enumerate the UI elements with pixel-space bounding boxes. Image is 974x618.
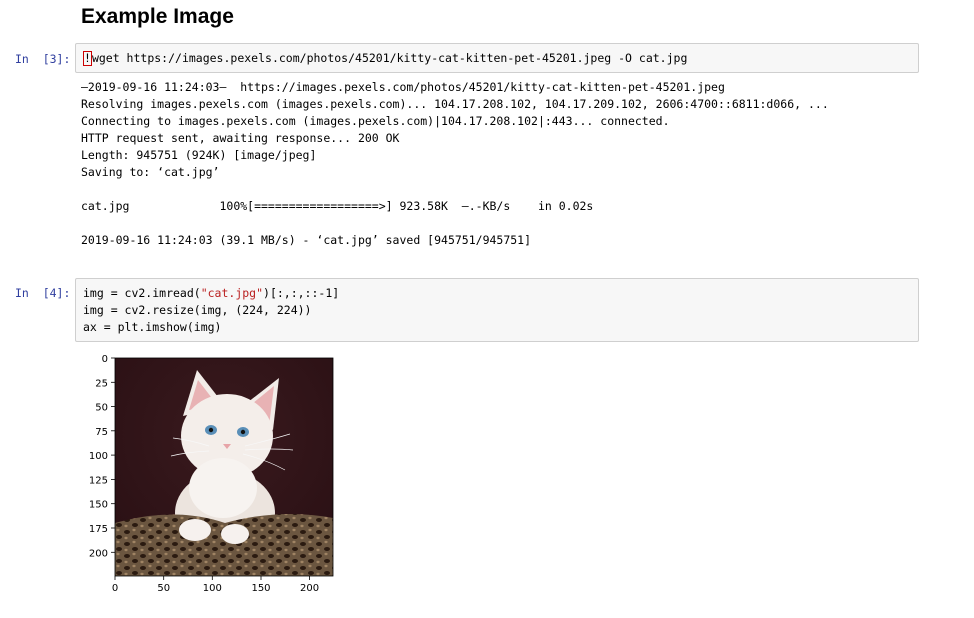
code-line: img = cv2.imread("cat.jpg")[:,:,::-1]: [83, 286, 339, 300]
code-text: img = cv2.imread(: [83, 286, 201, 300]
y-tick-label: 150: [89, 500, 108, 511]
x-axis: 0 50 100 150 200: [112, 576, 319, 594]
cell-prompt-3: In [3]:: [15, 52, 71, 66]
section-heading: Example Image: [81, 5, 234, 28]
y-tick-label: 125: [89, 475, 108, 486]
code-line: wget https://images.pexels.com/photos/45…: [91, 51, 688, 65]
text-cursor: !: [83, 51, 92, 66]
y-tick-label: 25: [95, 378, 108, 389]
output-line: Connecting to images.pexels.com (images.…: [81, 114, 670, 128]
output-line: cat.jpg 100%[==================>] 923.58…: [81, 199, 594, 213]
output-line: HTTP request sent, awaiting response... …: [81, 131, 400, 145]
y-axis: 0 25 50 75 100 125 150 175 200: [89, 354, 115, 559]
code-line: ax = plt.imshow(img): [83, 320, 222, 334]
output-line: —2019-09-16 11:24:03— https://images.pex…: [81, 80, 725, 94]
y-tick-label: 100: [89, 451, 108, 462]
output-line: Resolving images.pexels.com (images.pexe…: [81, 97, 829, 111]
code-cell-wget[interactable]: !wget https://images.pexels.com/photos/4…: [75, 43, 919, 73]
y-tick-label: 200: [89, 548, 108, 559]
cell-output-wget: —2019-09-16 11:24:03— https://images.pex…: [81, 79, 829, 249]
code-text: )[:,:,::-1]: [263, 286, 340, 300]
output-line: Saving to: ‘cat.jpg’: [81, 165, 220, 179]
x-tick-label: 100: [203, 583, 222, 594]
output-line: Length: 945751 (924K) [image/jpeg]: [81, 148, 317, 162]
cell-prompt-4: In [4]:: [15, 286, 71, 300]
imshow-figure: 0 25 50 75 100 125 150 175 200 0 50 100: [89, 354, 334, 594]
code-string: "cat.jpg": [200, 286, 264, 300]
y-tick-label: 175: [89, 524, 108, 535]
cat-image: [115, 358, 333, 576]
x-tick-label: 50: [157, 583, 170, 594]
y-tick-label: 75: [95, 427, 108, 438]
figure-output: 0 25 50 75 100 125 150 175 200 0 50 100: [75, 348, 355, 598]
x-tick-label: 150: [251, 583, 270, 594]
y-tick-label: 50: [95, 403, 108, 414]
output-line: 2019-09-16 11:24:03 (39.1 MB/s) - ‘cat.j…: [81, 233, 532, 247]
x-tick-label: 0: [112, 583, 118, 594]
y-tick-label: 0: [102, 354, 108, 365]
code-cell-imshow[interactable]: img = cv2.imread("cat.jpg")[:,:,::-1] im…: [75, 278, 919, 342]
x-tick-label: 200: [300, 583, 319, 594]
code-line: img = cv2.resize(img, (224, 224)): [83, 303, 312, 317]
